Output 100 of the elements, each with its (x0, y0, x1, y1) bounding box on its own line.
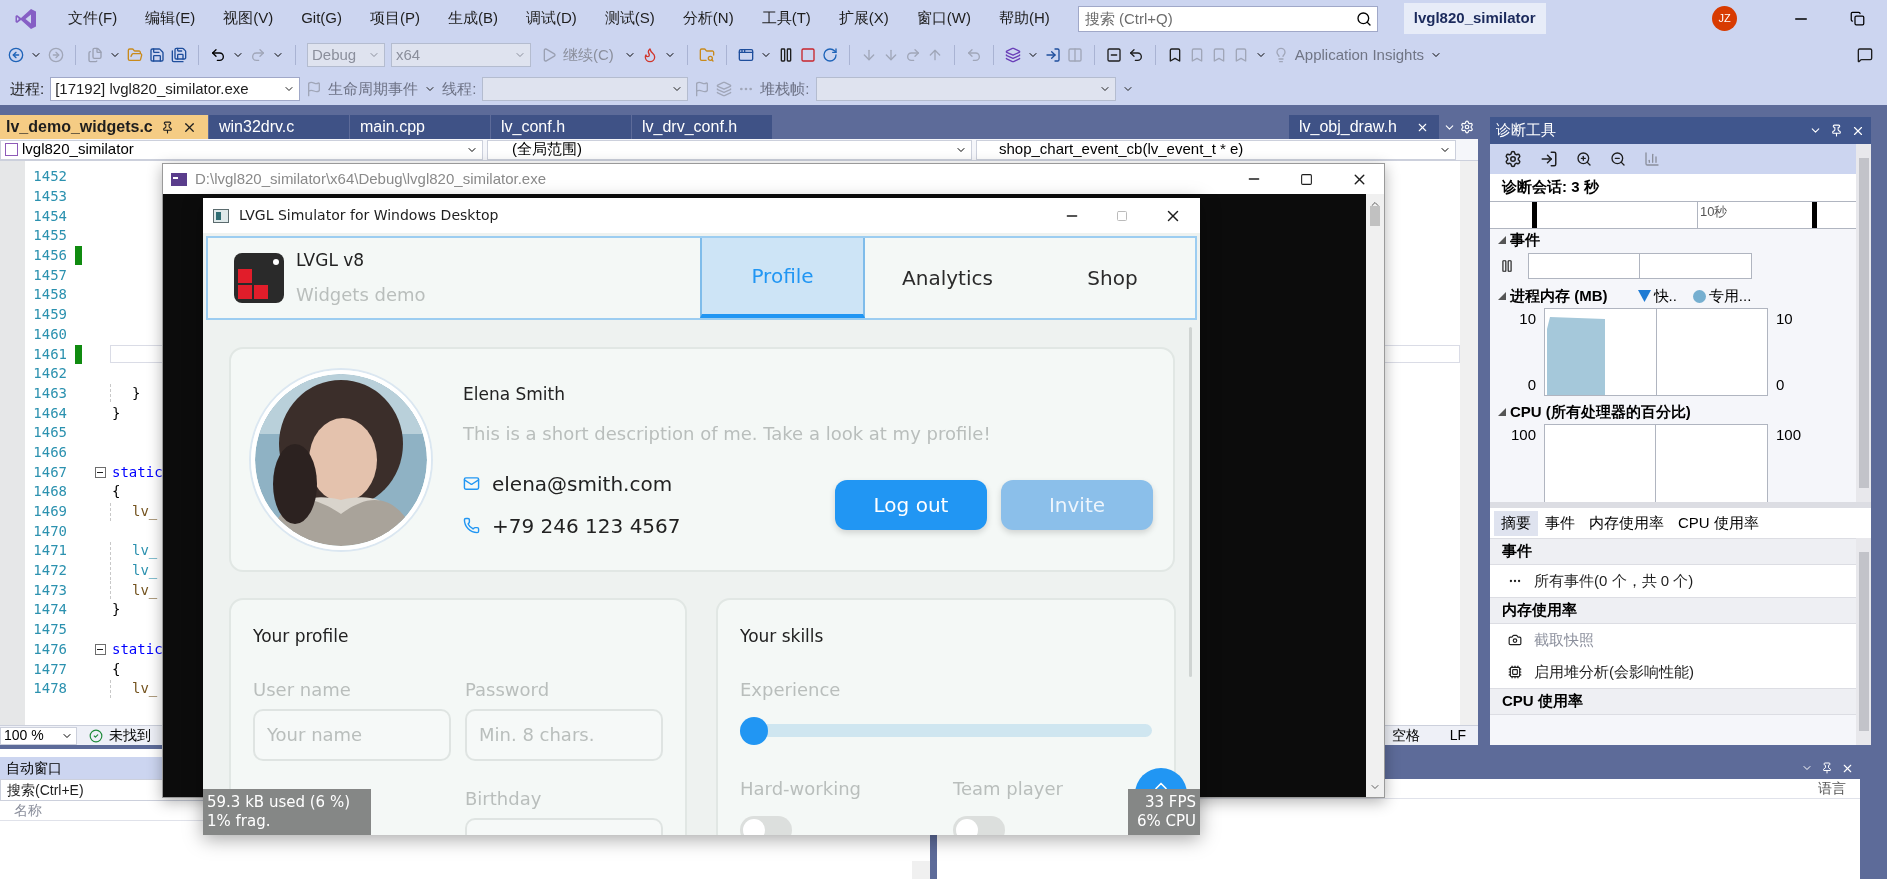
range-marker[interactable] (1532, 202, 1537, 228)
zoom-dropdown[interactable]: 100 % (0, 726, 77, 745)
line-number: 1454 (32, 206, 67, 226)
section-title: 事件 (1510, 229, 1540, 250)
collapse-triangle-icon[interactable] (1498, 408, 1506, 416)
scrollbar[interactable] (912, 861, 930, 879)
line-number: 1466 (32, 442, 67, 462)
nav-tab[interactable]: Shop (1030, 238, 1195, 318)
menu-item[interactable]: Git(G) (287, 0, 356, 37)
section-header: 内存使用率 (1502, 600, 1577, 621)
summary-item[interactable]: 启用堆分析(会影响性能) (1490, 656, 1856, 688)
solution-name: lvgl820_similator (1403, 3, 1546, 34)
toggle-switch[interactable] (740, 815, 792, 835)
scrollbar[interactable] (1856, 538, 1871, 745)
save-icon[interactable] (149, 47, 165, 63)
collapse-triangle-icon[interactable] (1498, 292, 1506, 300)
open-folder-icon[interactable] (127, 47, 143, 63)
code-text: { (112, 659, 121, 679)
scrollbar[interactable] (1366, 194, 1384, 797)
restore-icon[interactable] (1850, 11, 1865, 26)
zoom-out-icon[interactable] (1610, 151, 1626, 167)
maximize-icon[interactable] (1300, 172, 1313, 186)
export-icon[interactable] (1540, 150, 1558, 168)
document-tab[interactable]: lv_obj_draw.h (1289, 115, 1439, 139)
document-tab[interactable]: lv_drv_conf.h (632, 115, 772, 139)
settings-icon[interactable] (1504, 150, 1522, 168)
zoom-in-icon[interactable] (1576, 151, 1592, 167)
folder-search-icon[interactable] (698, 47, 715, 63)
menu-item[interactable]: 生成(B) (434, 0, 512, 37)
window-icon[interactable] (737, 47, 754, 63)
collapse-icon[interactable] (94, 643, 106, 655)
slider-thumb[interactable] (740, 716, 768, 745)
pin-icon[interactable] (1830, 124, 1843, 137)
search-field[interactable]: 搜索 (Ctrl+Q) (1077, 5, 1378, 32)
nav-tab[interactable]: Analytics (865, 238, 1030, 318)
cpu-reading: 6% CPU (1136, 812, 1196, 831)
document-tab[interactable]: lv_conf.h (491, 115, 631, 139)
search-icon[interactable] (1355, 10, 1372, 27)
stop-icon[interactable] (799, 47, 816, 63)
window-title: LVGL Simulator for Windows Desktop (239, 206, 500, 225)
function-dropdown[interactable]: shop_chart_event_cb(lv_event_t * e) (976, 139, 1456, 160)
document-tab[interactable]: lv_demo_widgets.c (0, 115, 208, 139)
menu-item[interactable]: 扩展(X) (824, 0, 903, 37)
menu-item[interactable]: 工具(T) (747, 0, 825, 37)
menu-item[interactable]: 测试(S) (590, 0, 669, 37)
process-dropdown[interactable]: [17192] lvgl820_similator.exe (50, 77, 301, 101)
line-number: 1468 (32, 482, 67, 502)
diagnostics-tab[interactable]: 摘要 (1494, 510, 1538, 536)
code-text: lv_ (132, 561, 158, 581)
line-number: 1455 (32, 226, 67, 246)
card-title: Your profile (253, 625, 350, 648)
line-ending[interactable]: LF (1449, 725, 1466, 746)
pin-icon[interactable] (1821, 762, 1833, 774)
line-number: 1474 (32, 600, 67, 620)
axis-label: 0 (1776, 374, 1786, 395)
diagnostics-tab[interactable]: 内存使用率 (1582, 510, 1671, 536)
undo-icon[interactable] (210, 47, 226, 63)
restart-icon[interactable] (821, 47, 838, 63)
phone-icon (463, 517, 480, 535)
scrollbar[interactable] (1856, 144, 1871, 502)
toggle-switch[interactable] (953, 815, 1005, 835)
column-header[interactable]: 语言 (1818, 778, 1846, 799)
menu-item[interactable]: 编辑(E) (131, 0, 210, 37)
menu-item[interactable]: 帮助(H) (984, 0, 1064, 37)
console-icon (171, 172, 187, 186)
menu-item[interactable]: 视图(V) (209, 0, 288, 37)
chart-icon[interactable] (1644, 151, 1660, 167)
collapse-icon[interactable] (94, 466, 106, 478)
project-dropdown[interactable]: lvgl820_similator (0, 139, 483, 160)
indent-mode[interactable]: 空格 (1391, 725, 1420, 746)
scrollbar-thumb[interactable] (1370, 205, 1380, 226)
diagnostics-tab[interactable]: CPU 使用率 (1671, 510, 1766, 536)
threads-icon[interactable] (1004, 47, 1021, 63)
diagnostics-tab[interactable]: 事件 (1538, 510, 1582, 536)
stack-frame-label: 堆栈帧: (760, 78, 810, 99)
collapse-triangle-icon[interactable] (1498, 236, 1506, 244)
pause-icon[interactable] (1500, 258, 1514, 273)
menu-item[interactable]: 调试(D) (512, 0, 591, 37)
text-field[interactable]: Min. 8 chars. (465, 708, 663, 761)
pin-icon[interactable] (160, 120, 174, 134)
save-all-icon[interactable] (171, 47, 187, 63)
user-avatar[interactable]: JZ (1712, 6, 1737, 31)
experience-slider[interactable] (740, 716, 1152, 745)
feedback-icon[interactable] (1857, 47, 1873, 63)
text-field[interactable]: Your name (253, 708, 451, 761)
menu-item[interactable]: 分析(N) (668, 0, 748, 37)
range-marker[interactable] (1812, 202, 1817, 228)
play-icon (541, 47, 557, 63)
back-icon[interactable] (8, 47, 24, 63)
line-number: 1470 (32, 521, 67, 541)
document-tab[interactable]: win32drv.c (209, 115, 349, 139)
document-tab[interactable]: main.cpp (350, 115, 490, 139)
scrollbar[interactable] (1460, 161, 1478, 725)
menu-item[interactable]: 窗口(W) (902, 0, 985, 37)
line-number: 1471 (32, 541, 67, 561)
summary-item[interactable]: 所有事件(0 个，共 0 个) (1490, 565, 1856, 597)
code-text: static (112, 639, 163, 659)
menu-item[interactable]: 文件(F) (54, 0, 132, 37)
scope-dropdown[interactable]: (全局范围) (487, 139, 972, 160)
menu-item[interactable]: 项目(P) (356, 0, 434, 37)
